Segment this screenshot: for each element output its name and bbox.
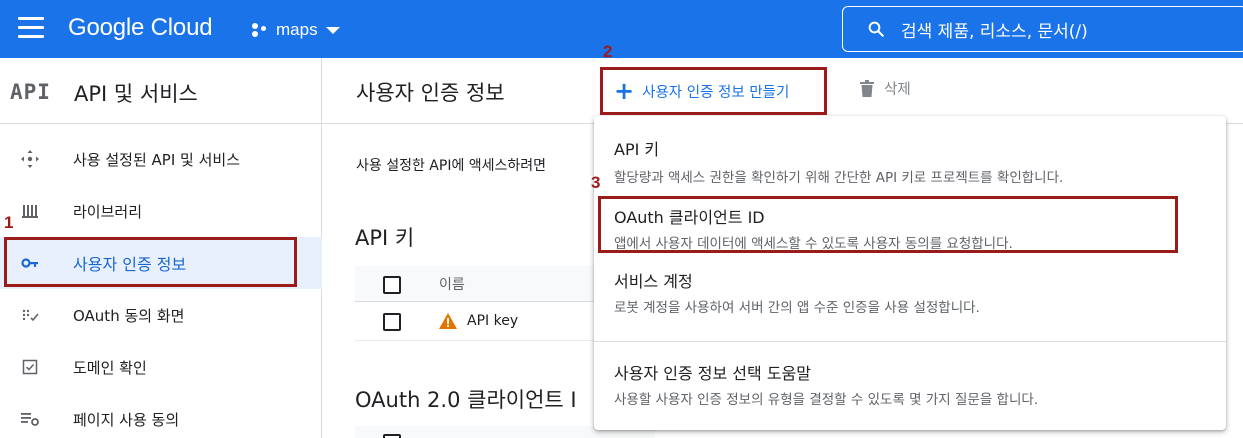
sidebar-item-oauth-consent[interactable]: OAuth 동의 화면 bbox=[0, 289, 322, 341]
column-header-name: 이름 bbox=[439, 277, 465, 293]
sidebar-item-label: 도메인 확인 bbox=[73, 358, 147, 377]
sidebar-item-label: 사용 설정된 API 및 서비스 bbox=[73, 150, 241, 169]
project-name: maps bbox=[276, 20, 318, 39]
menu-item-title: API 키 bbox=[614, 140, 660, 159]
top-bar: Google Cloud maps 검색 제품, 리소스, 문서(/) bbox=[0, 0, 1243, 58]
caret-down-icon bbox=[325, 26, 340, 34]
sidebar-item-library[interactable]: 라이브러리 bbox=[0, 185, 322, 237]
select-all-checkbox[interactable] bbox=[383, 276, 401, 294]
project-selector[interactable]: maps bbox=[250, 16, 340, 44]
sidebar-item-page-usage-agreements[interactable]: 페이지 사용 동의 bbox=[0, 393, 322, 438]
search-box[interactable]: 검색 제품, 리소스, 문서(/) bbox=[842, 6, 1243, 52]
delete-label: 삭제 bbox=[884, 82, 911, 98]
api-key-name-cell[interactable]: API key bbox=[439, 313, 518, 329]
google-cloud-logo[interactable]: Google Cloud bbox=[68, 14, 213, 42]
sidebar-item-label: 라이브러리 bbox=[73, 202, 143, 221]
annotation-number-3: 3 bbox=[591, 173, 601, 192]
menu-item-description: 할당량과 액세스 권한을 확인하기 위해 간단한 API 키로 프로젝트를 확인… bbox=[614, 170, 1064, 186]
consent-icon bbox=[20, 305, 40, 325]
menu-item-help-me-choose[interactable]: 사용자 인증 정보 선택 도움말 사용할 사용자 인증 정보의 유형을 결정할 … bbox=[594, 346, 1226, 426]
api-keys-section-title: API 키 bbox=[355, 226, 415, 250]
annotation-number-2: 2 bbox=[603, 42, 613, 61]
page-title: 사용자 인증 정보 bbox=[356, 81, 505, 105]
api-badge-icon: API bbox=[10, 80, 51, 104]
sidebar-title: API 및 서비스 bbox=[74, 82, 198, 106]
search-icon bbox=[868, 21, 884, 37]
trash-icon bbox=[860, 80, 874, 97]
annotation-box-1 bbox=[4, 237, 297, 287]
checkbox-icon bbox=[20, 357, 40, 377]
warning-icon bbox=[439, 313, 457, 329]
menu-item-api-key[interactable]: API 키 할당량과 액세스 권한을 확인하기 위해 간단한 API 키로 프로… bbox=[594, 120, 1226, 190]
annotation-box-2 bbox=[600, 67, 827, 115]
oauth-select-all-checkbox[interactable] bbox=[383, 434, 401, 438]
api-hub-icon bbox=[20, 149, 40, 169]
oauth-clients-section-title: OAuth 2.0 클라이언트 I bbox=[355, 388, 577, 412]
sidebar-item-label: OAuth 동의 화면 bbox=[73, 306, 185, 325]
menu-item-title: 사용자 인증 정보 선택 도움말 bbox=[614, 364, 811, 383]
search-placeholder: 검색 제품, 리소스, 문서(/) bbox=[901, 21, 1088, 42]
menu-item-description: 사용할 사용자 인증 정보의 유형을 결정할 수 있도록 몇 가지 질문을 합니… bbox=[614, 392, 1039, 408]
project-dots-icon bbox=[250, 22, 270, 38]
menu-item-description: 로봇 계정을 사용하여 서버 간의 앱 수준 인증을 사용 설정합니다. bbox=[614, 300, 980, 316]
settings-list-icon bbox=[20, 409, 40, 429]
menu-icon[interactable] bbox=[18, 17, 44, 39]
api-key-name: API key bbox=[467, 313, 519, 329]
row-checkbox[interactable] bbox=[383, 313, 401, 331]
menu-item-service-account[interactable]: 서비스 계정 로봇 계정을 사용하여 서버 간의 앱 수준 인증을 사용 설정합… bbox=[594, 264, 1226, 334]
library-icon bbox=[20, 201, 40, 221]
sidebar-header: API API 및 서비스 bbox=[0, 58, 322, 124]
sidebar-item-enabled-apis[interactable]: 사용 설정된 API 및 서비스 bbox=[0, 133, 322, 185]
sidebar-item-domain-verification[interactable]: 도메인 확인 bbox=[0, 341, 322, 393]
menu-item-title: 서비스 계정 bbox=[614, 272, 693, 291]
annotation-box-3 bbox=[598, 196, 1178, 253]
credentials-description: 사용 설정한 API에 액세스하려면 bbox=[356, 158, 547, 174]
create-credentials-menu: API 키 할당량과 액세스 권한을 확인하기 위해 간단한 API 키로 프로… bbox=[594, 116, 1226, 430]
menu-divider bbox=[594, 341, 1226, 342]
delete-button[interactable]: 삭제 bbox=[860, 78, 911, 99]
annotation-number-1: 1 bbox=[4, 213, 14, 232]
sidebar-item-label: 페이지 사용 동의 bbox=[73, 410, 180, 429]
